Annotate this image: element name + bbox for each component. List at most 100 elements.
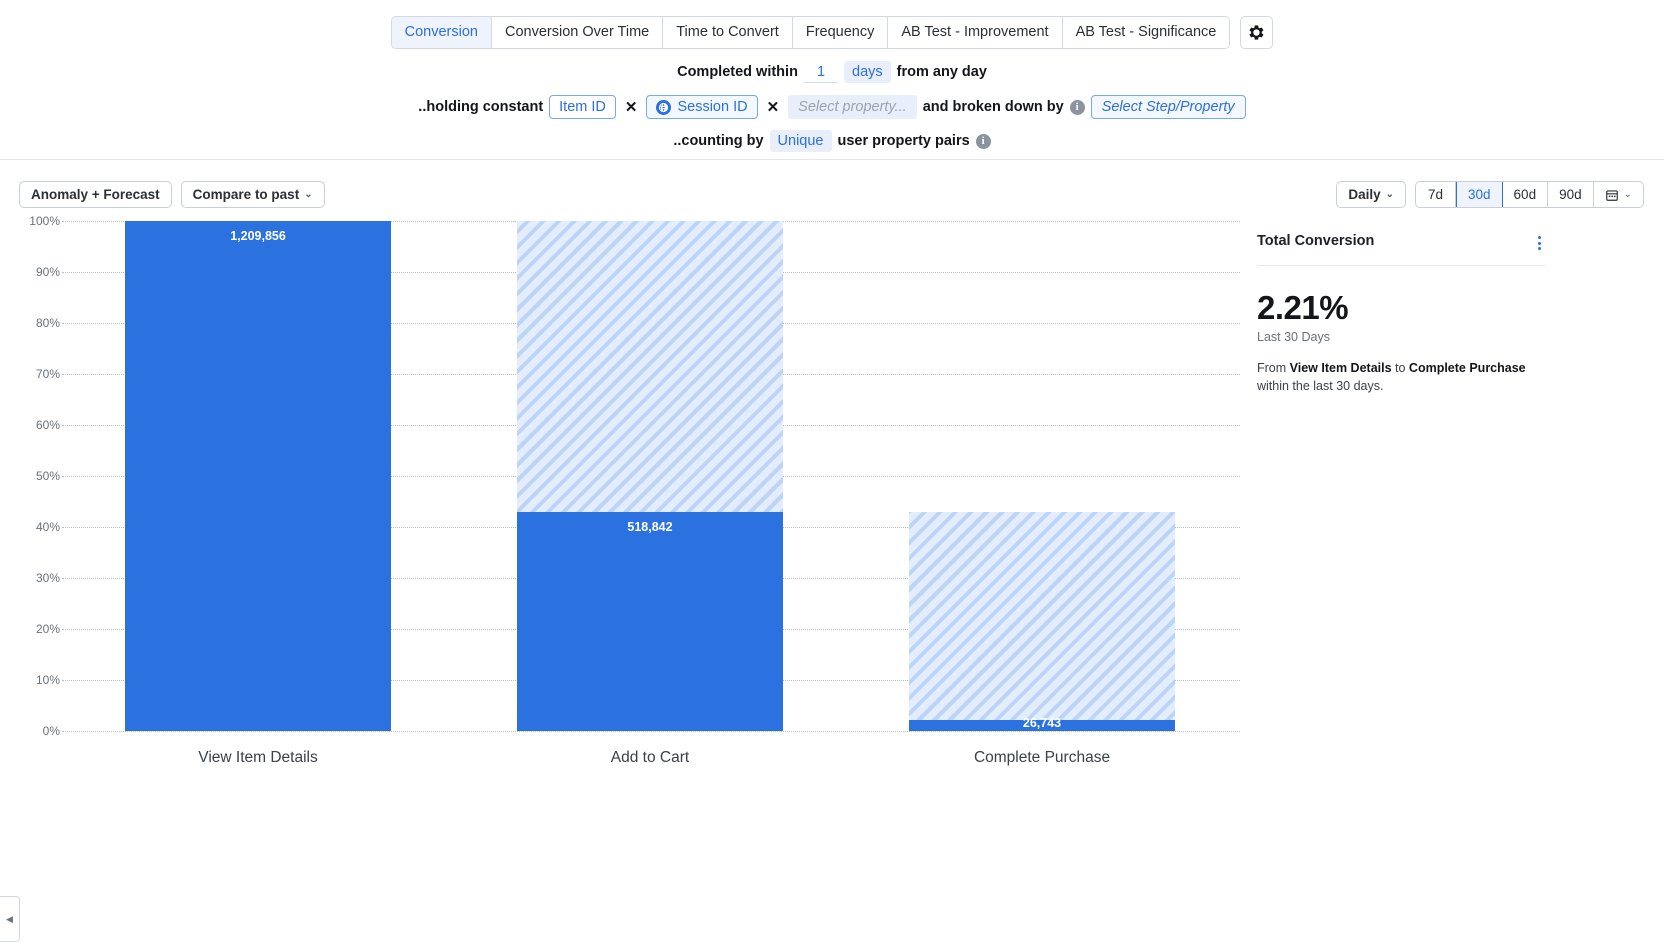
holding-constant-label: ..holding constant bbox=[418, 99, 543, 115]
remove-session-id-button[interactable]: ✕ bbox=[764, 98, 783, 116]
funnel-bar[interactable]: 26,743 bbox=[909, 221, 1175, 731]
range-label: 90d bbox=[1559, 187, 1582, 202]
y-axis-tick: 0% bbox=[4, 724, 60, 738]
remove-item-id-button[interactable]: ✕ bbox=[622, 98, 641, 116]
chip-label: Item ID bbox=[559, 99, 606, 115]
funnel-bar[interactable]: 518,842 bbox=[517, 221, 783, 731]
bar-value-label: 26,743 bbox=[909, 716, 1175, 730]
holding-constant-chip-item-id[interactable]: Item ID bbox=[549, 95, 616, 119]
y-axis-tick: 50% bbox=[4, 469, 60, 483]
y-axis-tick: 60% bbox=[4, 418, 60, 432]
within-unit-select[interactable]: days bbox=[844, 61, 891, 83]
chart-type-tabs: Conversion Conversion Over Time Time to … bbox=[391, 16, 1231, 49]
holding-constant-chip-session-id[interactable]: Session ID bbox=[646, 95, 757, 119]
bar-value-label: 518,842 bbox=[517, 520, 783, 534]
bar-fill bbox=[125, 221, 391, 731]
calendar-icon bbox=[1605, 188, 1619, 202]
compare-to-past-button[interactable]: Compare to past ⌄ bbox=[181, 181, 325, 208]
chart-toolbar: Anomaly + Forecast Compare to past ⌄ Dai… bbox=[0, 161, 1664, 221]
tab-label: Time to Convert bbox=[676, 25, 779, 40]
info-icon[interactable]: i bbox=[1070, 100, 1085, 115]
chip-label: Session ID bbox=[677, 99, 747, 115]
panel-menu-button[interactable] bbox=[1534, 233, 1545, 253]
range-label: 7d bbox=[1428, 187, 1443, 202]
desc-pre: From bbox=[1257, 361, 1290, 375]
desc-mid: to bbox=[1392, 361, 1409, 375]
collapse-sidebar-button[interactable]: ◀ bbox=[0, 896, 20, 942]
query-row-holding-constant: ..holding constant Item ID ✕ Session ID … bbox=[0, 95, 1664, 119]
chart-bars: 1,209,856 518,842 26,743 bbox=[62, 221, 1238, 731]
query-row-completed-within: Completed within 1 days from any day bbox=[0, 61, 1664, 83]
tab-time-to-convert[interactable]: Time to Convert bbox=[663, 17, 793, 48]
tab-label: AB Test - Significance bbox=[1076, 25, 1217, 40]
tab-label: AB Test - Improvement bbox=[901, 25, 1048, 40]
tab-conversion[interactable]: Conversion bbox=[392, 17, 492, 48]
tab-ab-test-significance[interactable]: AB Test - Significance bbox=[1063, 17, 1230, 48]
anomaly-forecast-button[interactable]: Anomaly + Forecast bbox=[19, 181, 172, 208]
tab-label: Conversion bbox=[405, 25, 478, 40]
button-label: Compare to past bbox=[193, 187, 300, 202]
x-axis-step-label: Add to Cart bbox=[454, 749, 846, 767]
tab-ab-test-improvement[interactable]: AB Test - Improvement bbox=[888, 17, 1062, 48]
chart-toolbar-left: Anomaly + Forecast Compare to past ⌄ bbox=[19, 181, 325, 208]
range-7d[interactable]: 7d bbox=[1416, 182, 1456, 207]
chevron-down-icon: ⌄ bbox=[304, 189, 312, 200]
range-90d[interactable]: 90d bbox=[1548, 182, 1594, 207]
y-axis-tick: 20% bbox=[4, 622, 60, 636]
chevron-down-icon: ⌄ bbox=[1624, 189, 1632, 200]
x-axis-step-label: View Item Details bbox=[62, 749, 454, 767]
panel-header: Total Conversion bbox=[1257, 233, 1545, 266]
total-conversion-description: From View Item Details to Complete Purch… bbox=[1257, 360, 1547, 396]
button-label: Anomaly + Forecast bbox=[31, 187, 160, 202]
range-label: 60d bbox=[1514, 187, 1537, 202]
user-property-pairs-label: user property pairs bbox=[838, 133, 970, 149]
chevron-down-icon: ⌄ bbox=[1386, 189, 1394, 200]
info-icon[interactable]: i bbox=[976, 134, 991, 149]
y-axis-tick: 40% bbox=[4, 520, 60, 534]
total-conversion-period: Last 30 Days bbox=[1257, 330, 1647, 344]
bar-fill bbox=[517, 512, 783, 731]
kebab-dot bbox=[1538, 247, 1541, 250]
chart-toolbar-right: Daily ⌄ 7d 30d 60d 90d ⌄ bbox=[1336, 181, 1644, 208]
desc-step-from: View Item Details bbox=[1290, 361, 1392, 375]
range-60d[interactable]: 60d bbox=[1503, 182, 1549, 207]
total-conversion-panel: Total Conversion 2.21% Last 30 Days From… bbox=[1257, 233, 1647, 396]
counting-by-label: ..counting by bbox=[673, 133, 763, 149]
custom-date-range-button[interactable]: ⌄ bbox=[1594, 182, 1643, 207]
funnel-bar[interactable]: 1,209,856 bbox=[125, 221, 391, 731]
granularity-select[interactable]: Daily ⌄ bbox=[1336, 181, 1406, 208]
completed-within-label: Completed within bbox=[677, 64, 798, 80]
from-any-day-label: from any day bbox=[897, 64, 987, 80]
chevron-left-icon: ◀ bbox=[6, 914, 13, 925]
y-axis-labels: 0%10%20%30%40%50%60%70%80%90%100% bbox=[0, 221, 60, 731]
chart-type-tabs-row: Conversion Conversion Over Time Time to … bbox=[0, 0, 1664, 49]
gridline bbox=[62, 731, 1240, 732]
settings-button[interactable] bbox=[1240, 16, 1273, 49]
within-days-input[interactable]: 1 bbox=[804, 62, 838, 83]
kebab-dot bbox=[1538, 242, 1541, 245]
y-axis-tick: 100% bbox=[4, 214, 60, 228]
button-label: Daily bbox=[1348, 187, 1380, 202]
counting-mode-select[interactable]: Unique bbox=[770, 130, 832, 152]
desc-post: within the last 30 days. bbox=[1257, 379, 1383, 393]
y-axis-tick: 90% bbox=[4, 265, 60, 279]
y-axis-tick: 10% bbox=[4, 673, 60, 687]
bar-value-label: 1,209,856 bbox=[125, 229, 391, 243]
select-property-input[interactable]: Select property... bbox=[788, 95, 917, 119]
bar-dropoff-region bbox=[909, 512, 1175, 731]
tab-frequency[interactable]: Frequency bbox=[793, 17, 889, 48]
y-axis-tick: 80% bbox=[4, 316, 60, 330]
query-row-counting-by: ..counting by Unique user property pairs… bbox=[0, 130, 1664, 152]
tab-conversion-over-time[interactable]: Conversion Over Time bbox=[492, 17, 663, 48]
total-conversion-value: 2.21% bbox=[1257, 291, 1647, 324]
select-step-property-input[interactable]: Select Step/Property bbox=[1091, 95, 1246, 119]
x-axis-step-label: Complete Purchase bbox=[846, 749, 1238, 767]
range-30d[interactable]: 30d bbox=[1456, 182, 1503, 207]
range-label: 30d bbox=[1468, 187, 1491, 202]
funnel-conversion-chart: 0%10%20%30%40%50%60%70%80%90%100% 1,209,… bbox=[0, 221, 1240, 836]
kebab-dot bbox=[1538, 236, 1541, 239]
desc-step-to: Complete Purchase bbox=[1409, 361, 1526, 375]
broken-down-by-label: and broken down by bbox=[923, 99, 1064, 115]
x-axis-labels: View Item DetailsAdd to CartComplete Pur… bbox=[62, 733, 1238, 783]
query-builder-panel: Conversion Conversion Over Time Time to … bbox=[0, 0, 1664, 160]
